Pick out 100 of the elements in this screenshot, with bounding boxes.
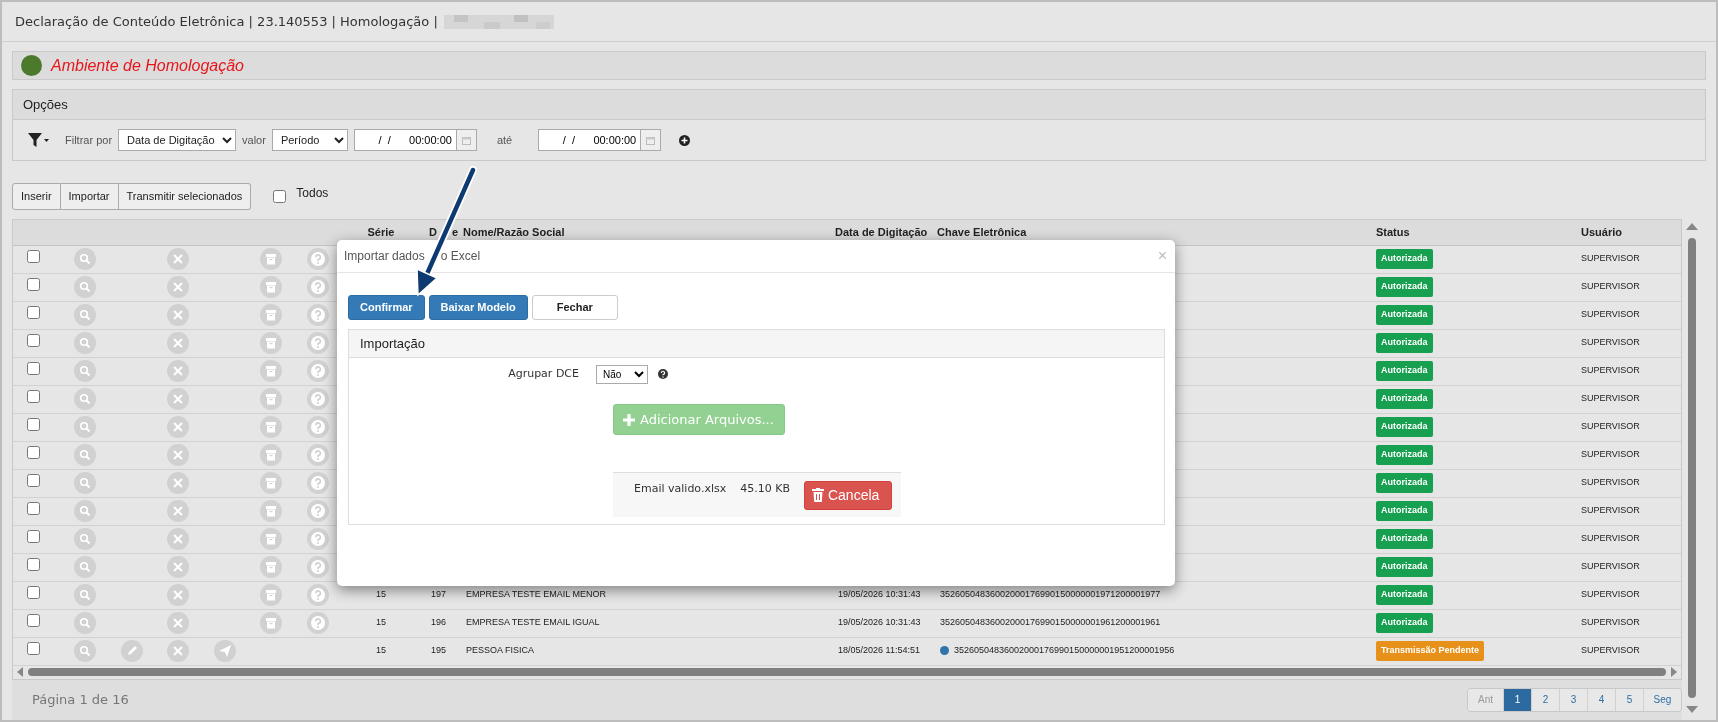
calendar-button[interactable] [456,129,477,151]
page-button[interactable]: 2 [1531,688,1559,711]
search-icon[interactable] [74,304,97,326]
row-checkbox[interactable] [26,642,40,656]
archive-box-icon[interactable] [260,248,283,270]
status-badge: Autorizada [1376,389,1433,409]
group-label: Agrupar DCE [507,365,579,382]
previous-page-button[interactable]: Ant [1468,688,1503,711]
dialog-button[interactable]: Confirmar [348,295,425,320]
archive-box-icon[interactable] [260,416,283,438]
scroll-left-icon[interactable] [16,667,24,677]
close-icon[interactable] [167,248,190,270]
close-icon[interactable] [167,332,190,354]
search-icon[interactable] [74,500,97,522]
row-checkbox[interactable] [26,474,40,488]
dialog-button[interactable]: Baixar Modelo [428,295,528,320]
page-button[interactable]: 5 [1615,688,1643,711]
toolbar-button[interactable]: Importar [60,182,119,210]
select-all-checkbox[interactable] [273,189,287,203]
close-icon[interactable] [167,388,190,410]
calendar-icon [646,135,656,145]
archive-box-icon[interactable] [260,332,283,354]
row-checkbox[interactable] [26,502,40,516]
row-checkbox[interactable] [26,250,40,264]
close-icon[interactable] [167,276,190,298]
search-icon[interactable] [74,640,97,662]
search-icon[interactable] [74,444,97,466]
search-icon[interactable] [74,388,97,410]
help-icon[interactable] [658,369,668,379]
row-checkbox[interactable] [26,306,40,320]
row-checkbox[interactable] [26,586,40,600]
paper-plane-icon[interactable] [213,640,236,662]
toolbar-button[interactable]: Transmitir selecionados [118,182,252,210]
status-badge: Autorizada [1376,277,1433,297]
close-icon[interactable] [167,472,190,494]
close-icon[interactable] [167,556,190,578]
column-header: e [451,226,459,238]
archive-box-icon[interactable] [260,612,283,634]
search-icon[interactable] [74,528,97,550]
table-cell: SUPERVISOR [1581,253,1640,264]
row-checkbox[interactable] [26,390,40,404]
close-icon[interactable] [167,584,190,606]
status-badge: Autorizada [1376,473,1433,493]
next-page-button[interactable]: Seg [1643,688,1681,711]
search-icon[interactable] [74,332,97,354]
page-button[interactable]: 1 [1503,688,1531,711]
pencil-icon[interactable] [120,640,143,662]
row-checkbox[interactable] [26,446,40,460]
cancel-button[interactable]: Cancela [803,480,892,510]
dialog-button[interactable]: Fechar [531,295,618,320]
row-checkbox[interactable] [26,530,40,544]
row-checkbox[interactable] [26,362,40,376]
archive-box-icon[interactable] [260,500,283,522]
row-checkbox[interactable] [26,334,40,348]
scroll-right-icon[interactable] [1670,667,1678,677]
date-field[interactable]: / / 00:00:00 [353,129,457,151]
row-checkbox[interactable] [26,418,40,432]
close-icon[interactable] [167,612,190,634]
archive-box-icon[interactable] [260,444,283,466]
search-icon[interactable] [74,416,97,438]
value-mode-select[interactable]: Período [271,129,348,151]
close-icon[interactable] [167,528,190,550]
close-icon[interactable] [167,640,190,662]
row-checkbox[interactable] [26,278,40,292]
row-checkbox[interactable] [26,614,40,628]
search-icon[interactable] [74,556,97,578]
scroll-down-icon[interactable] [1686,706,1698,713]
archive-box-icon[interactable] [260,584,283,606]
archive-box-icon[interactable] [260,276,283,298]
archive-box-icon[interactable] [260,528,283,550]
close-icon[interactable] [167,500,190,522]
filter-field-select[interactable]: Data de Digitação [118,129,237,151]
filter-button[interactable] [27,132,49,148]
scroll-up-icon[interactable] [1686,223,1698,230]
close-icon[interactable] [167,444,190,466]
page-button[interactable]: 3 [1559,688,1587,711]
archive-box-icon[interactable] [260,556,283,578]
archive-box-icon[interactable] [260,472,283,494]
date-field[interactable]: / / 00:00:00 [538,129,642,151]
search-icon[interactable] [74,360,97,382]
archive-box-icon[interactable] [260,304,283,326]
search-icon[interactable] [74,276,97,298]
calendar-button[interactable] [641,129,662,151]
search-icon[interactable] [74,584,97,606]
close-icon[interactable] [167,304,190,326]
add-filter-icon[interactable] [679,134,691,146]
group-select[interactable]: Não [596,364,648,384]
search-icon[interactable] [74,472,97,494]
search-icon[interactable] [74,612,97,634]
close-icon[interactable] [167,416,190,438]
close-icon[interactable] [167,360,190,382]
table-cell: EMPRESA TESTE EMAIL IGUAL [466,617,600,628]
page-button[interactable]: 4 [1587,688,1615,711]
table-cell: SUPERVISOR [1581,393,1640,404]
table-cell: SUPERVISOR [1581,505,1640,516]
search-icon[interactable] [74,248,97,270]
archive-box-icon[interactable] [260,360,283,382]
row-checkbox[interactable] [26,558,40,572]
toolbar-button[interactable]: Inserir [12,182,61,210]
archive-box-icon[interactable] [260,388,283,410]
